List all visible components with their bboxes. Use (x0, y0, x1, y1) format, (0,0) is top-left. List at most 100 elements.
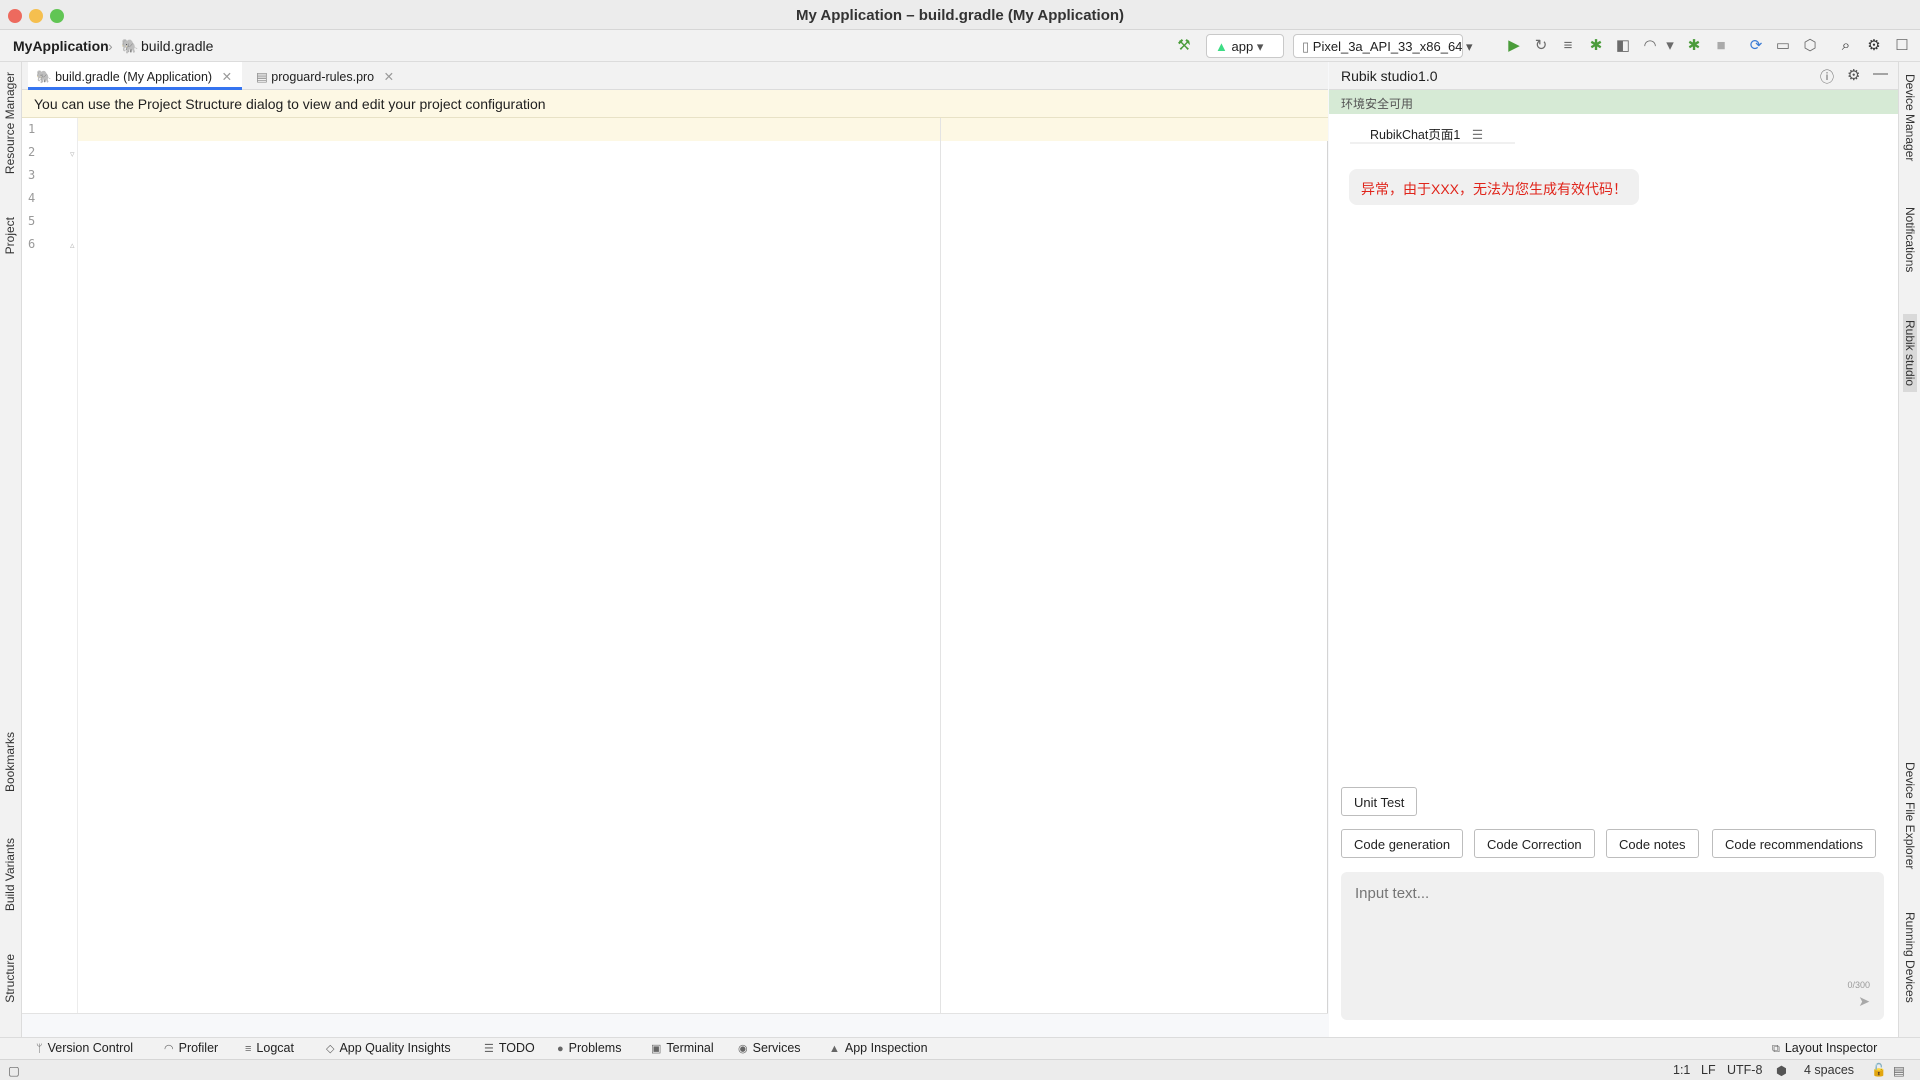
close-icon[interactable]: ✕ (384, 70, 394, 84)
code-correction-button[interactable]: Code Correction (1474, 829, 1595, 858)
send-icon[interactable]: ➤ (1858, 993, 1870, 1010)
apply-changes-icon[interactable]: ≡ (1560, 38, 1576, 54)
tool-label: App Inspection (844, 1041, 928, 1055)
run-config-dropdown[interactable]: ▲ app ▾ (1206, 34, 1284, 58)
fold-icon[interactable]: ▵ (70, 240, 75, 251)
project-structure-banner[interactable]: You can use the Project Structure dialog… (22, 90, 1328, 118)
tool-version-control[interactable]: ᛘ Version Control (36, 1041, 133, 1055)
tool-label: Version Control (47, 1041, 134, 1055)
attach-debugger-icon[interactable]: ◧ (1615, 38, 1631, 54)
run-icon[interactable]: ▶ (1506, 38, 1522, 54)
tool-label: TODO (498, 1041, 535, 1055)
menu-icon[interactable]: ☰ (1472, 128, 1483, 142)
tool-running-devices[interactable]: Running Devices (1903, 912, 1917, 1003)
minimize-icon[interactable]: — (1873, 65, 1888, 82)
tool-project[interactable]: Project (3, 217, 17, 254)
stop-icon[interactable]: ■ (1713, 38, 1729, 54)
breadcrumb-project[interactable]: MyApplication (13, 38, 109, 54)
breadcrumb-chevron-icon: › (108, 38, 113, 54)
editor-area[interactable] (22, 62, 1328, 1037)
title-bar: My Application – build.gradle (My Applic… (0, 0, 1920, 30)
code-generation-button[interactable]: Code generation (1341, 829, 1464, 858)
line-number: 6 (28, 237, 36, 251)
gauge-icon: ◠ (164, 1043, 174, 1055)
char-counter: 0/300 (1847, 980, 1870, 990)
lock-icon[interactable]: 🔓 (1871, 1063, 1887, 1078)
tool-build-variants[interactable]: Build Variants (3, 838, 17, 911)
gear-icon[interactable]: ⚙ (1847, 66, 1860, 84)
tool-device-manager[interactable]: Device Manager (1903, 74, 1917, 161)
help-icon[interactable]: ⓘ (1820, 67, 1834, 87)
build-hammer-icon[interactable]: ⚒ (1176, 38, 1192, 54)
warning-icon: ● (557, 1043, 564, 1055)
indent-setting[interactable]: 4 spaces (1804, 1063, 1854, 1077)
tool-todo[interactable]: ☰ TODO (484, 1041, 535, 1055)
line-number-gutter: 1 2 3 4 5 6 ▿ ▵ (22, 118, 78, 1013)
branch-icon: ᛘ (36, 1043, 43, 1055)
tool-terminal[interactable]: ▣ Terminal (651, 1041, 714, 1055)
chevron-down-icon: ▾ (1466, 39, 1473, 54)
tool-notifications[interactable]: Notifications (1903, 207, 1917, 272)
device-mirror-icon[interactable]: ▭ (1775, 38, 1791, 54)
chevron-down-icon: ▾ (1256, 39, 1264, 54)
code-notes-button[interactable]: Code notes (1606, 829, 1699, 858)
tool-label: Logcat (256, 1041, 294, 1055)
tool-rubik-studio[interactable]: Rubik studio (1903, 314, 1917, 393)
sdk-manager-icon[interactable]: ⬡ (1802, 38, 1818, 54)
tool-bookmarks[interactable]: Bookmarks (3, 732, 17, 792)
right-tool-strip: Device Manager Notifications Rubik studi… (1898, 62, 1920, 1037)
unit-test-button[interactable]: Unit Test (1341, 787, 1418, 816)
gear-icon[interactable]: ⚙ (1866, 38, 1882, 54)
tab-proguard-rules[interactable]: ▤ proguard-rules.pro ✕ (248, 62, 398, 90)
tab-build-gradle[interactable]: 🐘 build.gradle (My Application) ✕ (28, 62, 242, 90)
search-icon[interactable]: ⌕ (1838, 38, 1854, 54)
tool-services[interactable]: ◉ Services (738, 1041, 801, 1055)
tool-problems[interactable]: ● Problems (557, 1041, 621, 1055)
line-separator[interactable]: LF (1701, 1063, 1716, 1077)
code-recommendations-button[interactable]: Code recommendations (1712, 829, 1877, 858)
chat-tab-label: RubikChat页面1 (1370, 128, 1461, 142)
tool-label: Services (752, 1041, 801, 1055)
chat-tab[interactable]: RubikChat页面1 ☰ (1350, 118, 1515, 144)
tool-profiler[interactable]: ◠ Profiler (164, 1041, 218, 1055)
tool-app-inspection[interactable]: ▲ App Inspection (829, 1041, 928, 1055)
tool-device-file-explorer[interactable]: Device File Explorer (1903, 762, 1917, 869)
terminal-icon: ▣ (651, 1043, 662, 1055)
tool-layout-inspector[interactable]: ⧉ Layout Inspector (1772, 1041, 1877, 1056)
attach-process-icon[interactable]: ✱ (1686, 38, 1702, 54)
window-title: My Application – build.gradle (My Applic… (795, 7, 1125, 24)
sync-gradle-icon[interactable]: ⟳ (1748, 38, 1764, 54)
account-icon[interactable]: ☐ (1894, 38, 1910, 54)
phone-icon: ▯ (1302, 39, 1310, 54)
tool-label: Profiler (178, 1041, 219, 1055)
rerun-icon[interactable]: ↻ (1533, 38, 1549, 54)
fold-icon[interactable]: ▿ (70, 149, 75, 160)
current-line-highlight (78, 118, 1328, 141)
gradle-icon: 🐘 (36, 70, 52, 84)
rubik-status-icon[interactable]: ⬢ (1776, 1063, 1787, 1078)
tool-resource-manager[interactable]: Resource Manager (3, 72, 17, 174)
list-icon: ☰ (484, 1043, 494, 1055)
more-dropdown-icon[interactable]: ▾ (1662, 38, 1678, 54)
tool-app-quality-insights[interactable]: ◇ App Quality Insights (326, 1041, 451, 1055)
notifications-icon[interactable]: ▤ (1893, 1063, 1905, 1078)
profile-icon[interactable]: ◠ (1642, 38, 1658, 54)
rubik-panel-title: Rubik studio1.0 (1341, 68, 1438, 84)
main-toolbar: MyApplication › 🐘 build.gradle ⚒ ▲ app ▾… (0, 30, 1920, 62)
environment-status-bar: 环境安全可用 (1329, 90, 1898, 114)
line-number: 2 (28, 145, 36, 159)
gradle-icon: 🐘 (121, 38, 139, 54)
chat-input[interactable] (1353, 884, 1853, 903)
tool-logcat[interactable]: ≡ Logcat (245, 1041, 294, 1055)
services-icon: ◉ (738, 1043, 748, 1055)
debug-bug-icon[interactable]: ✱ (1588, 38, 1604, 54)
tool-structure[interactable]: Structure (3, 954, 17, 1003)
device-dropdown[interactable]: ▯ Pixel_3a_API_33_x86_64 ▾ (1293, 34, 1473, 58)
close-icon[interactable]: ✕ (222, 70, 232, 84)
breadcrumb-file[interactable]: build.gradle (141, 38, 213, 54)
rubik-panel-header: Rubik studio1.0 ⓘ ⚙ — (1329, 62, 1898, 90)
panel-toggle-icon[interactable]: ▢ (8, 1063, 20, 1078)
file-encoding[interactable]: UTF-8 (1727, 1063, 1762, 1077)
tab-label: build.gradle (My Application) (55, 70, 213, 84)
caret-position[interactable]: 1:1 (1673, 1063, 1690, 1077)
